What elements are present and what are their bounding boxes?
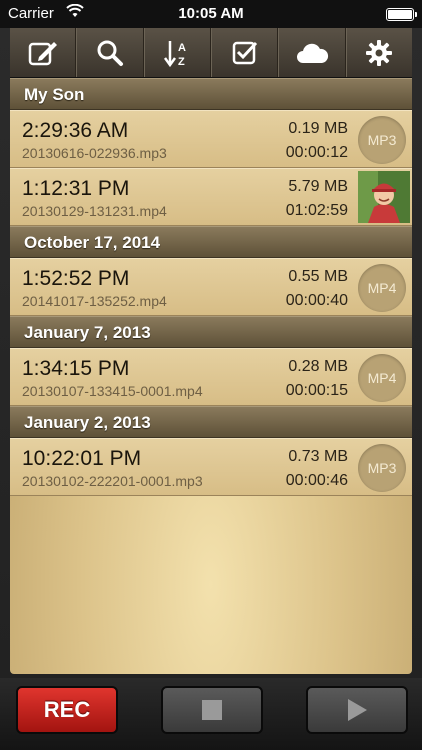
format-badge: MP4 [358, 264, 406, 312]
recording-size: 0.73 MB [288, 448, 348, 465]
edit-button[interactable] [10, 28, 77, 77]
recording-filename: 20130129-131231.mp4 [22, 203, 167, 219]
recording-time: 1:52:52 PM [22, 267, 130, 290]
section-header: January 2, 2013 [10, 406, 412, 438]
sort-az-icon: A Z [164, 40, 186, 68]
record-button[interactable]: REC [16, 686, 118, 734]
stop-button[interactable] [161, 686, 263, 734]
recording-duration: 00:00:15 [285, 382, 348, 399]
recording-size: 0.55 MB [288, 268, 348, 285]
recording-duration: 00:00:12 [285, 144, 348, 161]
select-button[interactable] [210, 28, 279, 77]
recording-filename: 20130616-022936.mp3 [22, 145, 167, 161]
svg-text:Z: Z [178, 56, 185, 68]
recording-duration: 00:00:46 [285, 472, 348, 489]
recording-size: 5.79 MB [288, 178, 348, 195]
recording-duration: 00:00:40 [285, 292, 348, 309]
recording-duration: 01:02:59 [285, 202, 348, 219]
video-thumbnail [358, 171, 410, 223]
stop-icon [202, 700, 222, 720]
format-badge: MP3 [358, 444, 406, 492]
recordings-list: My Son 2:29:36 AM 20130616-022936.mp3 0.… [10, 78, 412, 674]
gear-icon [366, 39, 393, 66]
recording-row[interactable]: 1:52:52 PM 20141017-135252.mp4 0.55 MB 0… [10, 258, 412, 316]
recording-filename: 20141017-135252.mp4 [22, 293, 167, 309]
recording-filename: 20130102-222201-0001.mp3 [22, 473, 203, 489]
format-badge: MP3 [358, 116, 406, 164]
clock: 10:05 AM [178, 5, 244, 22]
battery-icon [386, 8, 417, 21]
recording-time: 1:12:31 PM [22, 177, 130, 200]
format-badge: MP4 [358, 354, 406, 402]
recording-row[interactable]: 10:22:01 PM 20130102-222201-0001.mp3 0.7… [10, 438, 412, 496]
sort-button[interactable]: A Z [143, 28, 211, 77]
toolbar: A Z [10, 28, 412, 78]
cloud-button[interactable] [278, 28, 346, 77]
search-icon [97, 40, 123, 66]
recording-row[interactable]: 1:34:15 PM 20130107-133415-0001.mp4 0.28… [10, 348, 412, 406]
recording-size: 0.28 MB [288, 358, 348, 375]
recording-time: 1:34:15 PM [22, 357, 130, 380]
recording-time: 2:29:36 AM [22, 119, 129, 142]
record-label: REC [43, 697, 91, 722]
svg-text:A: A [178, 42, 186, 54]
status-bar: Carrier 10:05 AM [0, 0, 422, 28]
section-header: My Son [10, 78, 412, 110]
settings-button[interactable] [345, 28, 412, 77]
app-frame: A Z My Son 2:29:36 AM 20130616-022936.mp… [0, 28, 422, 678]
playback-controls: REC [0, 678, 422, 750]
play-icon [348, 699, 367, 721]
section-header: October 17, 2014 [10, 226, 412, 258]
cloud-icon [296, 43, 329, 63]
play-button[interactable] [306, 686, 408, 734]
select-checkbox-icon [232, 41, 257, 64]
section-header: January 7, 2013 [10, 316, 412, 348]
search-button[interactable] [76, 28, 144, 77]
recording-row[interactable]: 1:12:31 PM 20130129-131231.mp4 5.79 MB 0… [10, 168, 412, 226]
recording-filename: 20130107-133415-0001.mp4 [22, 383, 203, 399]
recording-row[interactable]: 2:29:36 AM 20130616-022936.mp3 0.19 MB 0… [10, 110, 412, 168]
recording-time: 10:22:01 PM [22, 447, 142, 470]
recording-size: 0.19 MB [288, 120, 348, 137]
edit-icon [28, 41, 57, 65]
